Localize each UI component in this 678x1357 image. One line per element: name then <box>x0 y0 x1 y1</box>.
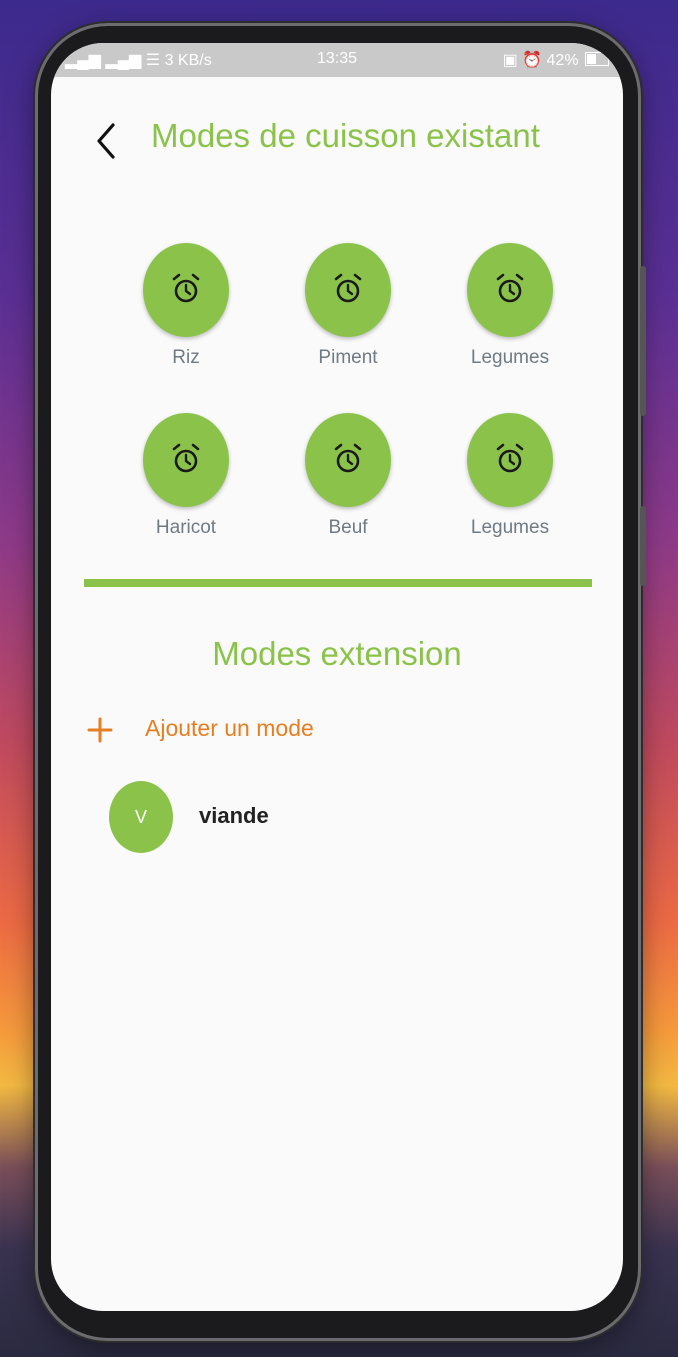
alarm-clock-icon <box>496 443 524 473</box>
network-status: ▂▄▆ ▂▄▆ ☰ 3 KB/s <box>65 52 212 69</box>
mode-circle <box>143 243 229 337</box>
status-bar: ▂▄▆ ▂▄▆ ☰ 3 KB/s 13:35 ▣ ⏰ 42% <box>51 43 623 77</box>
phone-frame: ▂▄▆ ▂▄▆ ☰ 3 KB/s 13:35 ▣ ⏰ 42% Modes de … <box>38 26 646 1338</box>
power-button <box>640 506 646 586</box>
mode-circle <box>467 413 553 507</box>
plus-icon <box>87 717 113 743</box>
mode-label: Haricot <box>155 517 217 538</box>
battery-percent: 42% <box>546 52 579 69</box>
alarm-clock-icon <box>496 273 524 303</box>
cast-icon: ▣ <box>502 52 518 69</box>
mode-circle <box>467 243 553 337</box>
mode-item-legumes[interactable]: Legumes <box>455 243 565 369</box>
mode-item-piment[interactable]: Piment <box>293 243 403 369</box>
alarm-clock-icon <box>334 443 362 473</box>
battery-icon <box>585 52 609 66</box>
add-mode-label: Ajouter un mode <box>145 715 314 741</box>
mode-label: Riz <box>172 347 200 368</box>
mode-label: Legumes <box>470 517 550 538</box>
mode-circle <box>305 413 391 507</box>
alarm-status-icon: ⏰ <box>522 52 543 69</box>
clock: 13:35 <box>317 50 358 67</box>
extension-item-name: viande <box>199 803 269 828</box>
battery-status: ▣ ⏰ 42% <box>503 50 609 70</box>
app-screen: ▂▄▆ ▂▄▆ ☰ 3 KB/s 13:35 ▣ ⏰ 42% Modes de … <box>51 43 623 1311</box>
mode-label: Piment <box>318 347 378 368</box>
mode-circle <box>143 413 229 507</box>
volume-button <box>640 266 646 416</box>
avatar: V <box>109 781 173 853</box>
mode-item-riz[interactable]: Riz <box>131 243 241 369</box>
alarm-clock-icon <box>172 273 200 303</box>
chevron-left-icon <box>97 123 115 159</box>
mode-label: Legumes <box>470 347 550 368</box>
section-divider <box>84 579 592 587</box>
extension-section-title: Modes extension <box>212 635 462 672</box>
mode-item-haricot[interactable]: Haricot <box>131 413 241 539</box>
mode-circle <box>305 243 391 337</box>
page-title: Modes de cuisson existant <box>151 117 540 154</box>
alarm-clock-icon <box>172 443 200 473</box>
back-button[interactable] <box>91 121 121 161</box>
mode-item-legumes-2[interactable]: Legumes <box>455 413 565 539</box>
extension-item-viande[interactable]: V viande <box>109 781 509 855</box>
mode-item-beuf[interactable]: Beuf <box>293 413 403 539</box>
mode-label: Beuf <box>328 517 368 538</box>
alarm-clock-icon <box>334 273 362 303</box>
